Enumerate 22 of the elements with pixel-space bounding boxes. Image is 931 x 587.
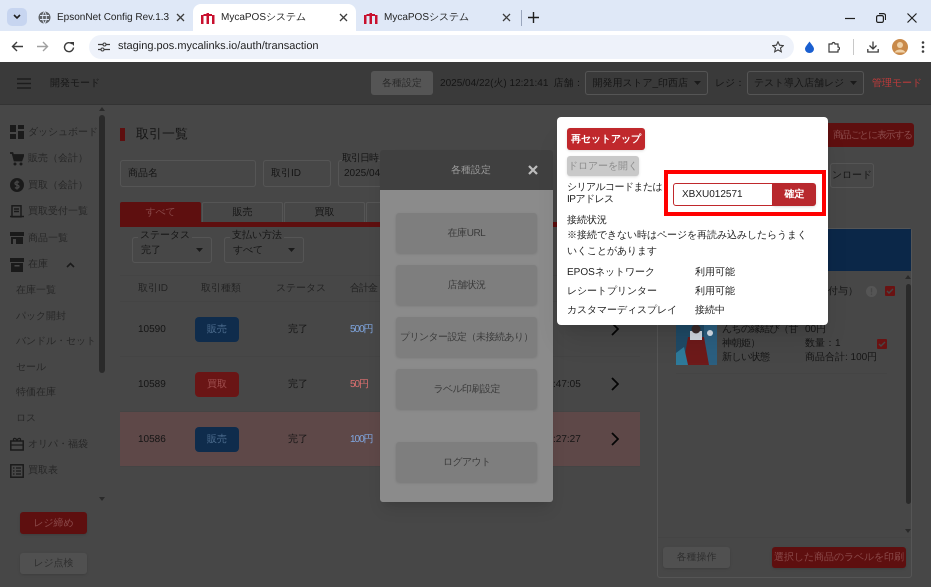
type-badge: 販売 — [195, 316, 239, 342]
status-name: EPOSネットワーク — [567, 266, 656, 280]
table-cell-text: 100円 — [349, 432, 374, 446]
notice-text: ※接続できない時はページを再読み込みしたらうまくいくことがあります — [567, 228, 808, 259]
table-cell-text: 完了 — [287, 432, 309, 446]
status-value: 利用可能 — [695, 266, 735, 280]
tab-title: MycaPOSシステム — [384, 11, 470, 25]
table-cell-text: 50円 — [349, 378, 370, 392]
type-badge: 買取 — [195, 372, 239, 396]
type-badge: 販売 — [195, 426, 239, 452]
status-value: 利用可能 — [695, 284, 735, 299]
field-label: シリアルコードまたは IPアドレス — [567, 182, 663, 206]
table-cell: :27:27 — [553, 434, 581, 444]
status-value: 接続中 — [695, 304, 725, 318]
status-label: 接続状況 — [567, 214, 608, 228]
status-name: カスタマーディスプレイ — [567, 304, 678, 318]
url-text: staging.pos.mycalinks.io/auth/transaction — [118, 39, 320, 54]
tab-title: MycaPOSシステム — [221, 11, 308, 25]
dialog-title: 各種設定 — [451, 164, 491, 178]
table-cell-text: 10586 — [137, 432, 167, 446]
tab-title: EpsonNet Config Rev.1.3 — [57, 11, 170, 25]
status-name: レシートプリンター — [567, 284, 658, 299]
